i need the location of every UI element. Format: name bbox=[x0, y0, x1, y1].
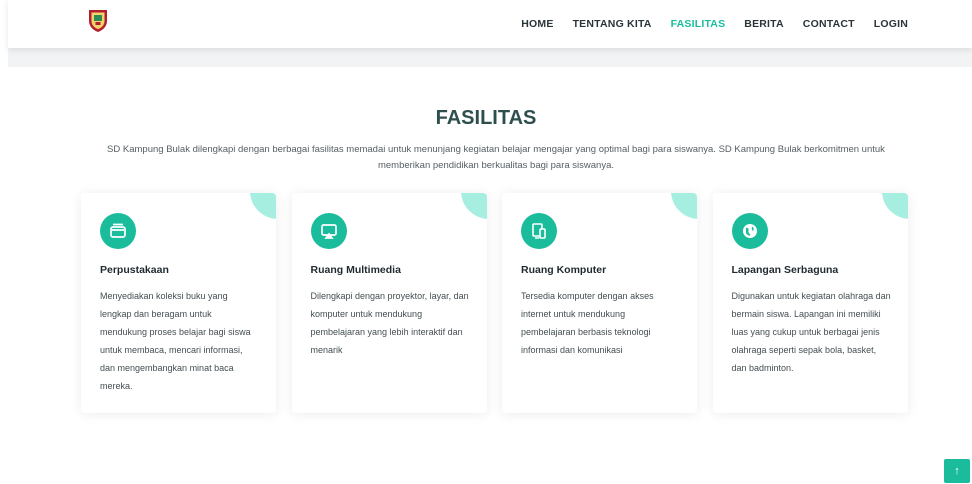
card-corner-decoration bbox=[671, 193, 697, 219]
header-underbar bbox=[8, 48, 972, 67]
card-corner-decoration bbox=[250, 193, 276, 219]
back-to-top-button[interactable]: ↑ bbox=[944, 459, 970, 483]
card-corner-decoration bbox=[460, 193, 487, 219]
nav-fasilitas[interactable]: FASILITAS bbox=[671, 18, 726, 30]
facility-text: Menyediakan koleksi buku yang lengkap da… bbox=[100, 291, 251, 391]
section-title: FASILITAS bbox=[435, 107, 537, 129]
card-corner-decoration bbox=[881, 193, 908, 219]
globe-icon bbox=[731, 213, 768, 249]
facility-title: Ruang Multimedia bbox=[310, 264, 401, 276]
facility-text: Dilengkapi dengan proyektor, layar, dan … bbox=[310, 291, 469, 355]
airplay-screen-icon bbox=[310, 213, 347, 249]
facility-card-perpustakaan: Perpustakaan Menyediakan koleksi buku ya… bbox=[81, 193, 276, 413]
nav-contact[interactable]: CONTACT bbox=[803, 18, 855, 30]
school-logo[interactable] bbox=[84, 6, 112, 34]
nav-berita[interactable]: BERITA bbox=[744, 18, 784, 30]
header: HOME TENTANG KITA FASILITAS BERITA CONTA… bbox=[8, 0, 972, 48]
devices-icon bbox=[521, 213, 557, 249]
facility-title: Lapangan Serbaguna bbox=[731, 264, 839, 276]
facility-title: Perpustakaan bbox=[100, 264, 169, 276]
library-box-icon bbox=[100, 213, 136, 249]
nav-home[interactable]: HOME bbox=[521, 18, 553, 30]
facility-card-lapangan-serbaguna: Lapangan Serbaguna Digunakan untuk kegia… bbox=[712, 193, 908, 413]
facility-card-ruang-komputer: Ruang Komputer Tersedia komputer dengan … bbox=[502, 193, 697, 413]
nav-login[interactable]: LOGIN bbox=[874, 18, 908, 30]
facility-text: Digunakan untuk kegiatan olahraga dan be… bbox=[731, 291, 891, 373]
facility-card-ruang-multimedia: Ruang Multimedia Dilengkapi dengan proye… bbox=[291, 193, 487, 413]
arrow-up-icon: ↑ bbox=[954, 465, 960, 477]
facility-title: Ruang Komputer bbox=[521, 264, 607, 276]
main-nav: HOME TENTANG KITA FASILITAS BERITA CONTA… bbox=[502, 0, 908, 48]
facility-text: Tersedia komputer dengan akses internet … bbox=[521, 291, 654, 355]
nav-tentang-kita[interactable]: TENTANG KITA bbox=[573, 18, 652, 30]
section-description: SD Kampung Bulak dilengkapi dengan berba… bbox=[107, 144, 885, 171]
facility-cards: Perpustakaan Menyediakan koleksi buku ya… bbox=[81, 193, 923, 413]
